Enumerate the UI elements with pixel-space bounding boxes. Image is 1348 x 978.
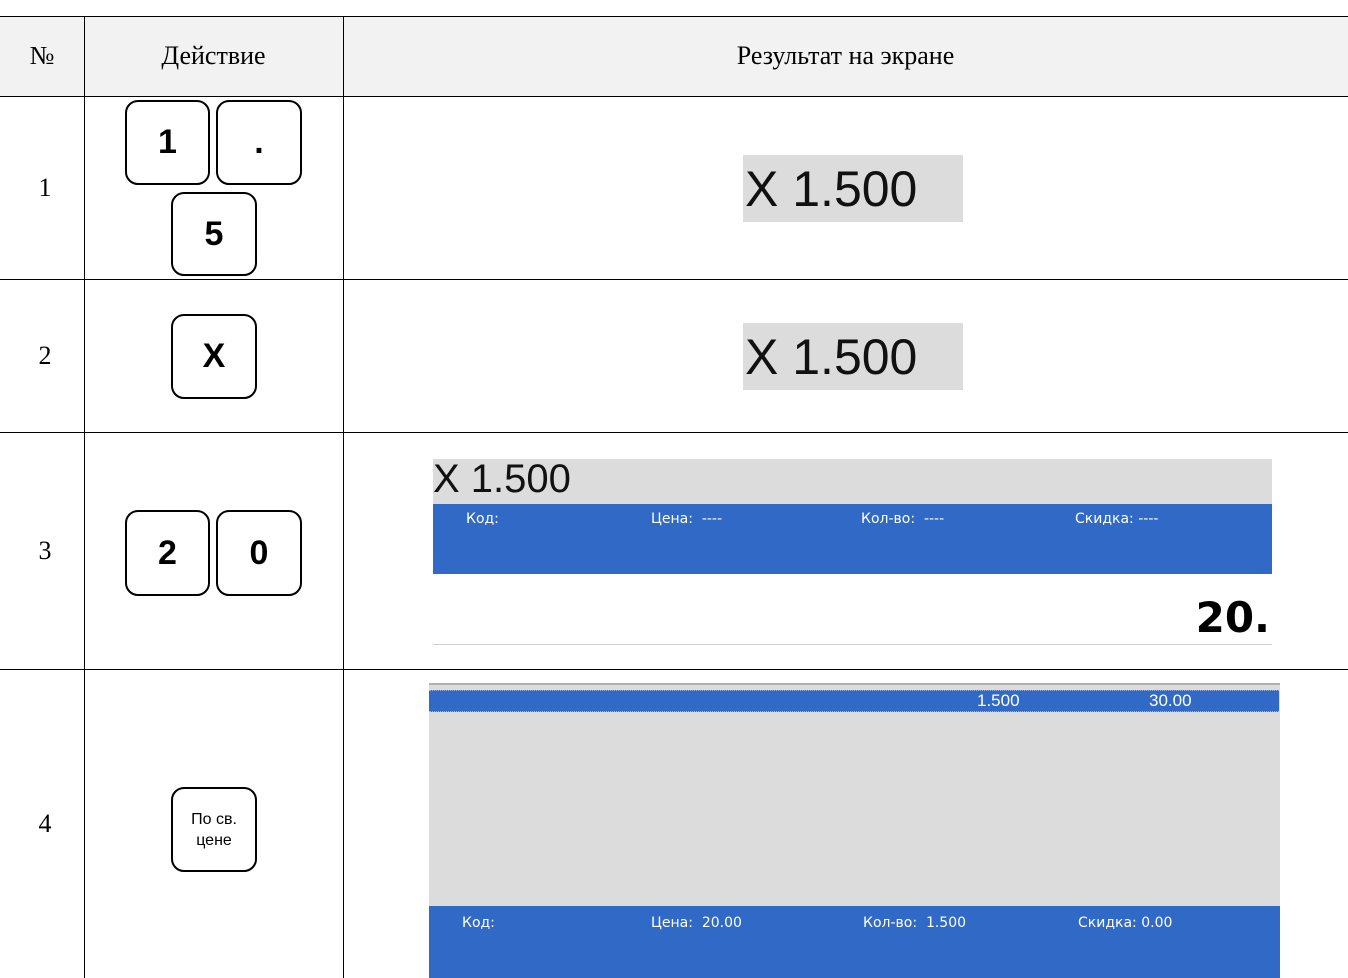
receipt-row-sum: 30.00	[1149, 691, 1192, 710]
instruction-table: № Действие Результат на экране 1 2 3 4 1…	[0, 0, 1348, 978]
header-result: Результат на экране	[736, 41, 955, 70]
header-number: №	[29, 41, 55, 70]
status-code: Код:	[466, 511, 499, 527]
status-price: Цена: ----	[651, 511, 723, 527]
row-number: 4	[38, 809, 52, 838]
screen-receipt-view: 1.500 30.00 Код: Цена: 20.00 Кол-во: 1.5…	[429, 683, 1280, 978]
table-divider	[0, 669, 1348, 670]
table-divider	[0, 432, 1348, 433]
status-discount: Скидка: ----	[1075, 511, 1159, 527]
quantity-display: X 1.500	[743, 323, 963, 390]
divider	[433, 644, 1272, 645]
key-5: 5	[171, 192, 257, 276]
header-action: Действие	[161, 41, 266, 70]
quantity-display: X 1.500	[743, 155, 963, 222]
key-0: 0	[216, 510, 302, 596]
table-divider	[0, 96, 1348, 97]
entry-value: 20.	[1195, 593, 1270, 642]
divider	[429, 683, 1280, 685]
row-number: 2	[38, 341, 52, 370]
key-free-price: По св. цене	[171, 787, 257, 872]
status-price: Цена: 20.00	[651, 915, 742, 931]
table-column-divider	[343, 16, 344, 978]
row-number: 3	[38, 536, 52, 565]
key-free-price-line2: цене	[196, 831, 232, 849]
status-quantity: Кол-во: ----	[861, 511, 945, 527]
key-x: X	[171, 314, 257, 399]
status-bar: Код: Цена: ---- Кол-во: ---- Скидка: ---…	[433, 504, 1272, 574]
status-quantity: Кол-во: 1.500	[863, 915, 967, 931]
receipt-row-quantity: 1.500	[977, 691, 1020, 710]
key-dot: .	[216, 100, 302, 185]
screen-entry-view: X 1.500 Код: Цена: ---- Кол-во: ---- Ски…	[433, 457, 1272, 645]
receipt-row-selected: 1.500 30.00	[429, 690, 1279, 712]
status-discount: Скидка: 0.00	[1078, 915, 1173, 931]
status-code: Код:	[462, 915, 495, 931]
table-column-divider	[84, 16, 85, 978]
key-1: 1	[125, 100, 210, 185]
quantity-display: X 1.500	[433, 457, 571, 501]
status-bar: Код: Цена: 20.00 Кол-во: 1.500 Скидка: 0…	[429, 906, 1280, 978]
key-2: 2	[125, 510, 210, 596]
table-divider	[0, 279, 1348, 280]
row-number: 1	[38, 173, 52, 202]
key-free-price-line1: По св.	[191, 810, 237, 828]
